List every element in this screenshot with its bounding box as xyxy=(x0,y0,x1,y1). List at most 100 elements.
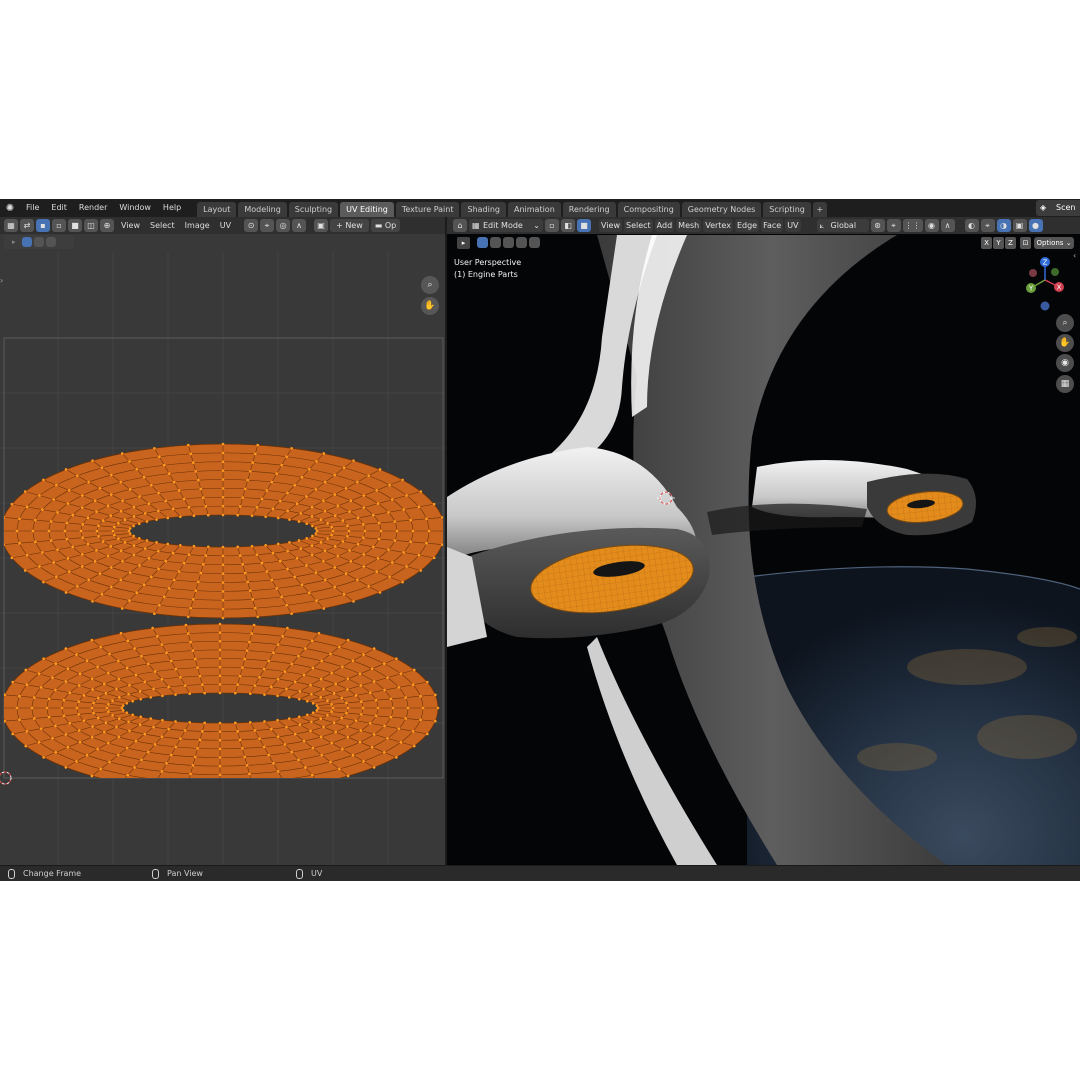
mirror-axis-buttons: X Y Z ⊡ xyxy=(981,237,1032,249)
vp-menu-vertex[interactable]: Vertex xyxy=(703,219,733,232)
solid-shading-icon[interactable]: ● xyxy=(1028,219,1043,232)
open-image-button[interactable]: ▬ Op xyxy=(370,219,401,232)
perspective-label: User Perspective xyxy=(454,258,522,267)
vp-select-box-icon[interactable] xyxy=(477,237,488,248)
3d-viewport[interactable]: ⌂ ▦ Edit Mode ⌄ ▫ ◧ ■ View Select Add Me… xyxy=(447,217,1080,865)
select-extend-icon[interactable] xyxy=(33,237,44,247)
scene-selector[interactable]: ◈ Scen xyxy=(1036,200,1080,216)
xray-toggle-icon[interactable]: ▣ xyxy=(1012,219,1027,232)
image-browse-icon[interactable]: ▣ xyxy=(314,219,329,232)
tab-modeling[interactable]: Modeling xyxy=(238,202,287,217)
options-dropdown[interactable]: Options ⌄ xyxy=(1034,237,1074,249)
edge-select-icon[interactable]: ▫ xyxy=(52,219,66,232)
viewport-select-modes xyxy=(477,237,542,248)
face-select-icon[interactable]: ■ xyxy=(68,219,82,232)
tab-shading[interactable]: Shading xyxy=(461,202,506,217)
pan-hand-icon[interactable]: ✋ xyxy=(421,297,439,315)
vp-select-invert-icon[interactable] xyxy=(516,237,527,248)
tool-settings-icon[interactable]: ▸ xyxy=(457,237,470,249)
vp-menu-edge[interactable]: Edge xyxy=(734,219,760,232)
vp-select-subtract-icon[interactable] xyxy=(503,237,514,248)
orientation-icon: ⟀ xyxy=(819,221,825,230)
tab-geometry-nodes[interactable]: Geometry Nodes xyxy=(681,202,762,217)
status-pan-view-label: Pan View xyxy=(167,869,203,878)
transform-orientation-selector[interactable]: ⟀ Global xyxy=(816,219,869,232)
vp-menu-face[interactable]: Face xyxy=(761,219,784,232)
visibility-icon[interactable]: ◐ xyxy=(964,219,979,232)
uv-menu-image[interactable]: Image xyxy=(180,217,215,234)
snap-grid-icon[interactable]: ⋮⋮ xyxy=(902,219,923,232)
vp-select-extend-icon[interactable] xyxy=(490,237,501,248)
falloff-icon[interactable]: ∧ xyxy=(292,219,307,232)
new-image-button[interactable]: + New xyxy=(330,219,369,232)
vp-menu-select[interactable]: Select xyxy=(623,219,653,232)
editor-type-icon[interactable]: ▦ xyxy=(4,219,18,232)
gizmo-x-label: X xyxy=(1057,284,1062,292)
vp-select-intersect-icon[interactable] xyxy=(529,237,540,248)
blender-logo-icon[interactable]: ✺ xyxy=(0,199,20,217)
add-workspace-button[interactable]: + xyxy=(812,202,827,217)
pivot-icon[interactable]: ⊙ xyxy=(244,219,259,232)
tool-cursor-icon[interactable]: ▸ xyxy=(12,238,16,246)
perspective-toggle-icon[interactable]: ▦ xyxy=(1056,375,1074,393)
uv-menu-view[interactable]: View xyxy=(116,217,145,234)
tab-texture-paint[interactable]: Texture Paint xyxy=(395,202,460,217)
sticky-select-icon[interactable]: ⊕ xyxy=(100,219,114,232)
edit-mode-icon: ▦ xyxy=(472,221,480,230)
tab-sculpting[interactable]: Sculpting xyxy=(288,202,339,217)
uv-canvas[interactable]: ⌕ ✋ › xyxy=(0,252,445,865)
viewport-editor-type-icon[interactable]: ⌂ xyxy=(453,219,467,232)
menu-render[interactable]: Render xyxy=(73,199,113,217)
scene-icon: ◈ xyxy=(1040,203,1047,212)
axis-x-button[interactable]: X xyxy=(981,237,992,249)
snap-icon[interactable]: ⌖ xyxy=(260,219,275,232)
auto-merge-icon[interactable]: ⊡ xyxy=(1020,237,1031,249)
select-subtract-icon[interactable] xyxy=(45,237,56,247)
overlay-toggle-icon[interactable]: ◑ xyxy=(996,219,1011,232)
active-object-label: (1) Engine Parts xyxy=(454,270,518,279)
select-box-icon[interactable] xyxy=(21,237,32,247)
menu-window[interactable]: Window xyxy=(113,199,157,217)
tab-uv-editing[interactable]: UV Editing xyxy=(340,202,394,217)
options-chevron-icon: ⌄ xyxy=(1065,239,1072,247)
gizmo-toggle-icon[interactable]: ⌖ xyxy=(980,219,995,232)
menu-edit[interactable]: Edit xyxy=(45,199,73,217)
proportional-icon[interactable]: ◉ xyxy=(924,219,939,232)
face-mode-icon[interactable]: ■ xyxy=(577,219,591,232)
sync-selection-icon[interactable]: ⇄ xyxy=(20,219,34,232)
vp-menu-uv[interactable]: UV xyxy=(785,219,801,232)
proportional-falloff-icon[interactable]: ∧ xyxy=(940,219,955,232)
vp-menu-view[interactable]: View xyxy=(599,219,622,232)
tab-animation[interactable]: Animation xyxy=(507,202,561,217)
tab-compositing[interactable]: Compositing xyxy=(617,202,680,217)
tab-scripting[interactable]: Scripting xyxy=(763,202,811,217)
scene-label: Scen xyxy=(1056,203,1076,212)
tab-rendering[interactable]: Rendering xyxy=(562,202,616,217)
vertex-select-icon[interactable]: ▪ xyxy=(36,219,50,232)
uv-menu-uv[interactable]: UV xyxy=(215,217,236,234)
mode-selector[interactable]: ▦ Edit Mode ⌄ xyxy=(469,219,543,232)
zoom-icon[interactable]: ⌕ xyxy=(421,276,439,294)
viewport-pan-icon[interactable]: ✋ xyxy=(1056,334,1074,352)
menu-file[interactable]: File xyxy=(20,199,45,217)
orientation-label: Global xyxy=(830,221,857,230)
vp-menu-mesh[interactable]: Mesh xyxy=(676,219,702,232)
edge-mode-icon[interactable]: ◧ xyxy=(561,219,575,232)
viewport-sidebar-toggle-icon[interactable]: ‹ xyxy=(1073,251,1076,260)
proportional-edit-icon[interactable]: ◎ xyxy=(276,219,291,232)
camera-view-icon[interactable]: ◉ xyxy=(1056,354,1074,372)
viewport-zoom-icon[interactable]: ⌕ xyxy=(1056,314,1074,332)
vertex-mode-icon[interactable]: ▫ xyxy=(545,219,559,232)
sidebar-toggle-icon[interactable]: › xyxy=(0,276,3,285)
tab-layout[interactable]: Layout xyxy=(197,202,237,217)
menu-help[interactable]: Help xyxy=(157,199,187,217)
snap-toggle-icon[interactable]: ⌖ xyxy=(886,219,901,232)
pivot-point-icon[interactable]: ⊛ xyxy=(870,219,885,232)
island-select-icon[interactable]: ◫ xyxy=(84,219,98,232)
vp-menu-add[interactable]: Add xyxy=(654,219,675,232)
uv-menu-select[interactable]: Select xyxy=(145,217,180,234)
status-change-frame: Change Frame xyxy=(8,868,81,879)
axis-z-button[interactable]: Z xyxy=(1005,237,1016,249)
axis-y-button[interactable]: Y xyxy=(993,237,1004,249)
gizmo-y-label: Y xyxy=(1028,285,1034,293)
